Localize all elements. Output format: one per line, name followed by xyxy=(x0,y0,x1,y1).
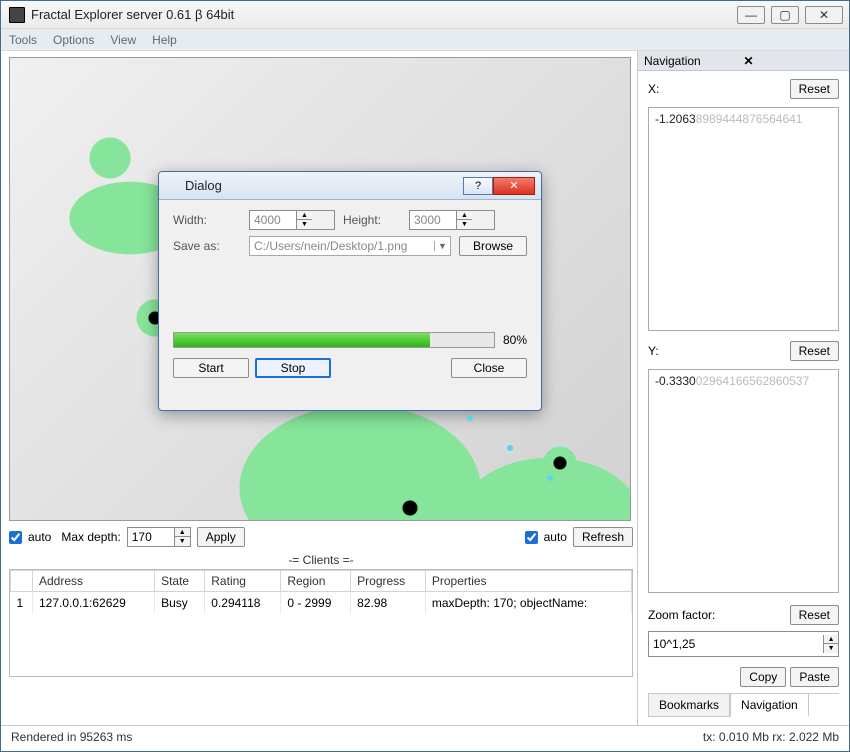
cell-state: Busy xyxy=(155,592,205,615)
zoom-up-icon[interactable]: ▲ xyxy=(824,635,838,644)
menu-help[interactable]: Help xyxy=(152,33,177,47)
cell-region: 0 - 2999 xyxy=(281,592,351,615)
auto-left-label: auto xyxy=(28,530,51,544)
height-label: Height: xyxy=(343,213,401,227)
status-bar: Rendered in 95263 ms tx: 0.010 Mb rx: 2.… xyxy=(1,725,849,747)
col-properties[interactable]: Properties xyxy=(425,571,631,592)
x-value-major: -1.2063 xyxy=(655,112,696,126)
cell-progress: 82.98 xyxy=(351,592,426,615)
dialog-titlebar[interactable]: Dialog ? ✕ xyxy=(159,172,541,200)
max-depth-input[interactable] xyxy=(128,528,174,546)
col-state[interactable]: State xyxy=(155,571,205,592)
save-as-label: Save as: xyxy=(173,239,241,253)
dialog-title: Dialog xyxy=(185,178,463,193)
close-button[interactable]: ✕ xyxy=(805,6,843,24)
x-reset-button[interactable]: Reset xyxy=(790,79,839,99)
height-spinner[interactable]: ▲▼ xyxy=(409,210,495,230)
browse-button[interactable]: Browse xyxy=(459,236,527,256)
y-value-major: -0.3330 xyxy=(655,374,696,388)
save-as-dropdown-icon[interactable]: ▼ xyxy=(434,241,450,251)
x-label: X: xyxy=(648,82,664,96)
dialog-icon xyxy=(165,179,179,193)
max-depth-spinner[interactable]: ▲▼ xyxy=(127,527,191,547)
y-value-minor: 0296416656286053​7 xyxy=(696,374,809,388)
depth-down-icon[interactable]: ▼ xyxy=(175,537,190,546)
cell-idx: 1 xyxy=(11,592,33,615)
save-as-input[interactable] xyxy=(250,239,434,253)
progress-fill xyxy=(174,333,430,347)
width-input[interactable] xyxy=(250,211,296,229)
width-spinner[interactable]: ▲▼ xyxy=(249,210,335,230)
dialog-help-button[interactable]: ? xyxy=(463,177,493,195)
paste-button[interactable]: Paste xyxy=(790,667,839,687)
zoom-down-icon[interactable]: ▼ xyxy=(824,644,838,653)
col-idx[interactable] xyxy=(11,571,33,592)
zoom-reset-button[interactable]: Reset xyxy=(790,605,839,625)
col-rating[interactable]: Rating xyxy=(205,571,281,592)
col-region[interactable]: Region xyxy=(281,571,351,592)
x-value-minor: 8989444876564641 xyxy=(696,112,803,126)
y-value-box[interactable]: -0.33300296416656286053​7 xyxy=(648,369,839,593)
progress-percent: 80% xyxy=(503,333,527,347)
y-label: Y: xyxy=(648,344,664,358)
height-input[interactable] xyxy=(410,211,456,229)
width-label: Width: xyxy=(173,213,241,227)
auto-right-checkbox[interactable] xyxy=(525,531,538,544)
clients-table: Address State Rating Region Progress Pro… xyxy=(9,569,633,677)
menu-tools[interactable]: Tools xyxy=(9,33,37,47)
minimize-button[interactable]: — xyxy=(737,6,765,24)
menu-options[interactable]: Options xyxy=(53,33,94,47)
depth-controls: auto Max depth: ▲▼ Apply auto Refresh xyxy=(9,527,633,547)
tab-navigation[interactable]: Navigation xyxy=(730,694,809,717)
clients-header: -= Clients =- xyxy=(9,553,633,567)
navigation-title: Navigation xyxy=(644,54,744,68)
apply-button[interactable]: Apply xyxy=(197,527,245,547)
height-down-icon[interactable]: ▼ xyxy=(457,220,472,229)
maximize-button[interactable]: ▢ xyxy=(771,6,799,24)
start-button[interactable]: Start xyxy=(173,358,249,378)
cell-properties: maxDepth: 170; objectName: xyxy=(425,592,631,615)
dialog-close-x-button[interactable]: ✕ xyxy=(493,177,535,195)
stop-button[interactable]: Stop xyxy=(255,358,331,378)
menu-bar: Tools Options View Help xyxy=(1,29,849,51)
save-as-combo[interactable]: ▼ xyxy=(249,236,451,256)
fractal-viewport[interactable]: Dialog ? ✕ Width: ▲▼ Height: xyxy=(9,57,631,521)
refresh-button[interactable]: Refresh xyxy=(573,527,633,547)
zoom-spinner[interactable]: ▲▼ xyxy=(648,631,839,657)
y-reset-button[interactable]: Reset xyxy=(790,341,839,361)
export-dialog: Dialog ? ✕ Width: ▲▼ Height: xyxy=(158,171,542,411)
max-depth-label: Max depth: xyxy=(61,530,120,544)
auto-left-checkbox[interactable] xyxy=(9,531,22,544)
navigation-panel-header: Navigation ✕ xyxy=(638,51,849,71)
menu-view[interactable]: View xyxy=(110,33,136,47)
table-row[interactable]: 1 127.0.0.1:62629 Busy 0.294118 0 - 2999… xyxy=(11,592,632,615)
tab-bookmarks[interactable]: Bookmarks xyxy=(648,694,730,717)
width-down-icon[interactable]: ▼ xyxy=(297,220,312,229)
zoom-input[interactable] xyxy=(649,635,823,653)
auto-right-label: auto xyxy=(544,530,567,544)
x-value-box[interactable]: -1.20638989444876564641 xyxy=(648,107,839,331)
window-titlebar: Fractal Explorer server 0.61 β 64bit — ▢… xyxy=(1,1,849,29)
cell-rating: 0.294118 xyxy=(205,592,281,615)
status-right: tx: 0.010 Mb rx: 2.022 Mb xyxy=(703,730,839,744)
status-left: Rendered in 95263 ms xyxy=(11,730,703,744)
dialog-close-button[interactable]: Close xyxy=(451,358,527,378)
navigation-close-icon[interactable]: ✕ xyxy=(744,54,844,68)
zoom-label: Zoom factor: xyxy=(648,608,784,622)
copy-button[interactable]: Copy xyxy=(740,667,786,687)
col-progress[interactable]: Progress xyxy=(351,571,426,592)
progress-bar xyxy=(173,332,495,348)
width-up-icon[interactable]: ▲ xyxy=(297,211,312,220)
col-address[interactable]: Address xyxy=(33,571,155,592)
app-icon xyxy=(9,7,25,23)
window-title: Fractal Explorer server 0.61 β 64bit xyxy=(31,7,737,22)
depth-up-icon[interactable]: ▲ xyxy=(175,528,190,537)
height-up-icon[interactable]: ▲ xyxy=(457,211,472,220)
cell-address: 127.0.0.1:62629 xyxy=(33,592,155,615)
